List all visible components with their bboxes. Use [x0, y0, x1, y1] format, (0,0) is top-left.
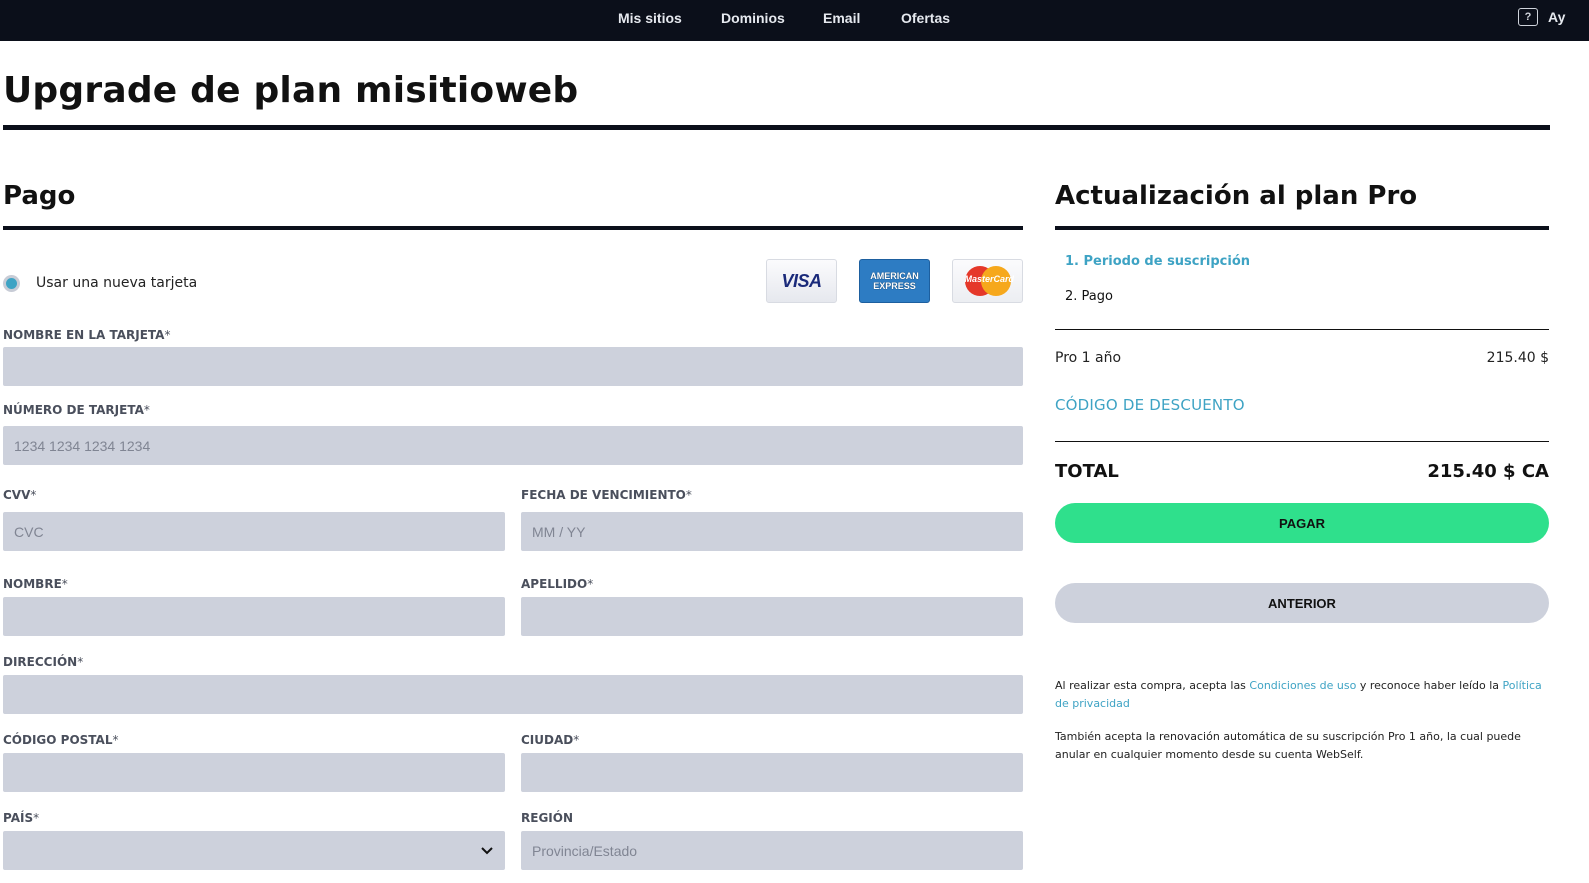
- name-on-card-input[interactable]: [3, 347, 1023, 386]
- nav-ofertas[interactable]: Ofertas: [901, 10, 950, 26]
- previous-button[interactable]: ANTERIOR: [1055, 583, 1549, 623]
- city-input[interactable]: [521, 753, 1023, 792]
- step-payment: 2. Pago: [1065, 289, 1113, 304]
- top-navbar: Mis sitios Dominios Email Ofertas ? Ay: [0, 0, 1589, 41]
- required-mark: *: [143, 403, 150, 417]
- title-divider: [3, 125, 1550, 130]
- region-label: REGIÓN: [521, 811, 573, 825]
- required-mark: *: [33, 811, 40, 825]
- amex-logo: AMERICAN EXPRESS: [859, 259, 930, 303]
- total-label: TOTAL: [1055, 461, 1119, 482]
- terms-of-use-link[interactable]: Condiciones de uso: [1249, 679, 1356, 692]
- summary-divider: [1055, 226, 1549, 230]
- visa-logo-text: VISA: [781, 270, 822, 291]
- expiry-label: FECHA DE VENCIMIENTO: [521, 488, 686, 502]
- first-name-input[interactable]: [3, 597, 505, 636]
- summary-heading: Actualización al plan Pro: [1055, 181, 1418, 211]
- help-label[interactable]: Ay: [1548, 9, 1565, 25]
- new-card-radio[interactable]: [3, 275, 20, 292]
- expiry-input[interactable]: MM / YY: [521, 512, 1023, 551]
- help-icon[interactable]: ?: [1518, 8, 1538, 26]
- postal-code-label: CÓDIGO POSTAL: [3, 733, 113, 747]
- discount-code-link[interactable]: CÓDIGO DE DESCUENTO: [1055, 396, 1245, 414]
- visa-logo: VISA: [766, 259, 837, 303]
- chevron-down-icon: [481, 847, 493, 855]
- required-mark: *: [573, 733, 580, 747]
- cvv-label: CVV: [3, 488, 31, 502]
- total-value: 215.40 $ CA: [1427, 461, 1549, 482]
- mastercard-logo: MasterCard: [952, 259, 1023, 303]
- steps-divider: [1055, 329, 1549, 330]
- required-mark: *: [587, 577, 594, 591]
- first-name-label: NOMBRE: [3, 577, 62, 591]
- card-number-input[interactable]: 1234 1234 1234 1234: [3, 426, 1023, 465]
- mastercard-logo-text: MasterCard: [964, 274, 1015, 284]
- last-name-label: APELLIDO: [521, 577, 588, 591]
- page-title: Upgrade de plan misitioweb: [3, 70, 579, 111]
- radio-selected-dot: [6, 278, 17, 289]
- last-name-input[interactable]: [521, 597, 1023, 636]
- card-number-label: NÚMERO DE TARJETA: [3, 403, 144, 417]
- legal-terms-text: Al realizar esta compra, acepta las Cond…: [1055, 679, 1542, 710]
- payment-heading: Pago: [3, 181, 76, 211]
- line-item-label: Pro 1 año: [1055, 350, 1122, 366]
- required-mark: *: [112, 733, 119, 747]
- line-item-price: 215.40 $: [1486, 350, 1549, 366]
- new-card-radio-label[interactable]: Usar una nueva tarjeta: [36, 275, 197, 291]
- required-mark: *: [164, 328, 171, 342]
- country-label: PAÍS: [3, 811, 34, 825]
- cvv-input[interactable]: CVC: [3, 512, 505, 551]
- required-mark: *: [77, 655, 84, 669]
- nav-email[interactable]: Email: [823, 10, 860, 26]
- required-mark: *: [685, 488, 692, 502]
- auto-renewal-text: También acepta la renovación automática …: [1055, 730, 1521, 761]
- region-input[interactable]: Provincia/Estado: [521, 831, 1023, 870]
- required-mark: *: [61, 577, 68, 591]
- postal-code-input[interactable]: [3, 753, 505, 792]
- nav-mis-sitios[interactable]: Mis sitios: [618, 10, 682, 26]
- city-label: CIUDAD: [521, 733, 574, 747]
- nav-dominios[interactable]: Dominios: [721, 10, 785, 26]
- address-input[interactable]: [3, 675, 1023, 714]
- amex-logo-text: AMERICAN EXPRESS: [870, 271, 919, 291]
- required-mark: *: [30, 488, 37, 502]
- address-label: DIRECCIÓN: [3, 655, 78, 669]
- pay-button[interactable]: PAGAR: [1055, 503, 1549, 543]
- total-divider: [1055, 441, 1549, 442]
- help-menu[interactable]: ? Ay: [1518, 8, 1565, 26]
- name-on-card-label: NOMBRE EN LA TARJETA: [3, 328, 165, 342]
- step-subscription-period[interactable]: 1. Periodo de suscripción: [1065, 254, 1250, 269]
- country-select[interactable]: [3, 831, 505, 870]
- payment-divider: [3, 226, 1023, 230]
